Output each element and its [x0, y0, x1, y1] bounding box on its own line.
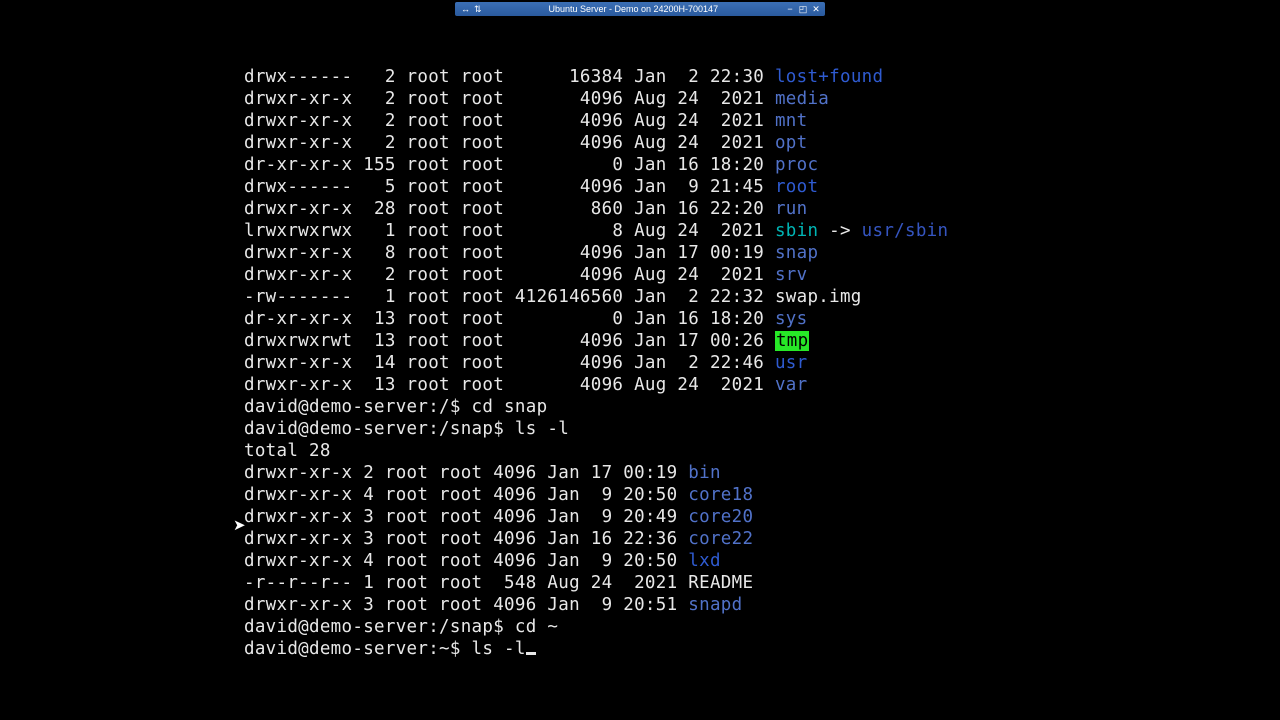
ls-row: drwx------ 5 root root 4096 Jan 9 21:45 … [244, 176, 948, 198]
ls-row: drwxr-xr-x 2 root root 4096 Aug 24 2021 … [244, 88, 948, 110]
ls-row: dr-xr-xr-x 13 root root 0 Jan 16 18:20 s… [244, 308, 948, 330]
signal-icon: ⇅ [474, 4, 482, 15]
ls-row: dr-xr-xr-x 155 root root 0 Jan 16 18:20 … [244, 154, 948, 176]
total-line: total 28 [244, 440, 948, 462]
ls-row: drwxr-xr-x 3 root root 4096 Jan 9 20:49 … [244, 506, 948, 528]
mouse-cursor: ➤ [233, 518, 246, 533]
prompt-line: david@demo-server:/snap$ cd ~ [244, 616, 948, 638]
close-button[interactable]: ✕ [811, 4, 821, 14]
ls-row: drwxrwxrwt 13 root root 4096 Jan 17 00:2… [244, 330, 948, 352]
ls-row: -r--r--r-- 1 root root 548 Aug 24 2021 R… [244, 572, 948, 594]
ls-row: drwxr-xr-x 3 root root 4096 Jan 9 20:51 … [244, 594, 948, 616]
ls-row: drwxr-xr-x 2 root root 4096 Aug 24 2021 … [244, 264, 948, 286]
ls-row: drwxr-xr-x 2 root root 4096 Jan 17 00:19… [244, 462, 948, 484]
ls-row: drwxr-xr-x 3 root root 4096 Jan 16 22:36… [244, 528, 948, 550]
ls-row: drwxr-xr-x 4 root root 4096 Jan 9 20:50 … [244, 484, 948, 506]
window-title: Ubuntu Server - Demo on 24200H-700147 [482, 4, 785, 14]
ls-row: drwxr-xr-x 4 root root 4096 Jan 9 20:50 … [244, 550, 948, 572]
prompt-line: david@demo-server:/snap$ ls -l [244, 418, 948, 440]
ls-row: drwxr-xr-x 13 root root 4096 Aug 24 2021… [244, 374, 948, 396]
ls-row: drwx------ 2 root root 16384 Jan 2 22:30… [244, 66, 948, 88]
prompt-line: david@demo-server:/$ cd snap [244, 396, 948, 418]
ls-row: -rw------- 1 root root 4126146560 Jan 2 … [244, 286, 948, 308]
ls-row: drwxr-xr-x 2 root root 4096 Aug 24 2021 … [244, 132, 948, 154]
ls-row: drwxr-xr-x 2 root root 4096 Aug 24 2021 … [244, 110, 948, 132]
ls-row: drwxr-xr-x 28 root root 860 Jan 16 22:20… [244, 198, 948, 220]
ls-row: drwxr-xr-x 14 root root 4096 Jan 2 22:46… [244, 352, 948, 374]
window-titlebar: ↔ ⇅ Ubuntu Server - Demo on 24200H-70014… [455, 2, 825, 16]
terminal-viewport[interactable]: drwx------ 2 root root 16384 Jan 2 22:30… [244, 66, 948, 660]
window-controls: − ◰ ✕ [785, 4, 821, 14]
maximize-button[interactable]: ◰ [798, 4, 808, 14]
cursor [526, 652, 536, 655]
minimize-button[interactable]: − [785, 4, 795, 14]
ls-row: drwxr-xr-x 8 root root 4096 Jan 17 00:19… [244, 242, 948, 264]
ls-row: lrwxrwxrwx 1 root root 8 Aug 24 2021 sbi… [244, 220, 948, 242]
titlebar-left-icons: ↔ ⇅ [461, 4, 482, 15]
prompt-line: david@demo-server:~$ ls -l [244, 638, 948, 660]
net-icon: ↔ [461, 4, 470, 14]
